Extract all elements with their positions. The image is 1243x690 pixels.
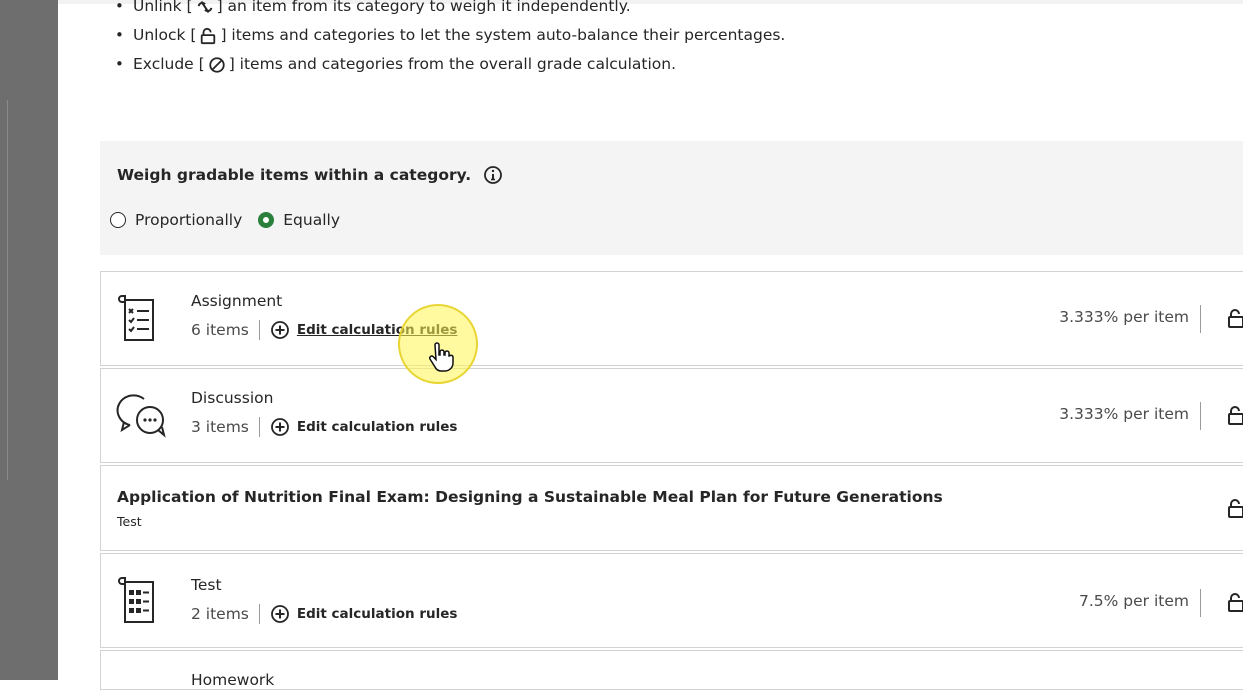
- weigh-title-text: Weigh gradable items within a category.: [117, 166, 472, 184]
- percent-per-item: 3.333% per item: [1059, 308, 1189, 326]
- exclude-icon: [207, 55, 227, 75]
- plus-circle-icon: [270, 604, 290, 624]
- category-name: Discussion: [191, 389, 274, 407]
- percent-per-item: 7.5% per item: [1079, 592, 1189, 610]
- weigh-radio-group: Proportionally Equally: [110, 211, 356, 229]
- hand-pointer-icon: [426, 342, 454, 372]
- tip-prefix: Unlock [: [133, 26, 197, 44]
- edit-link-label: Edit calculation rules: [296, 419, 458, 435]
- lock-icon[interactable]: [1227, 592, 1243, 612]
- radio-button-selected[interactable]: [258, 212, 275, 228]
- rail-divider: [7, 100, 8, 480]
- assignment-icon: [116, 292, 168, 344]
- radio-label: Equally: [283, 211, 341, 229]
- radio-label: Proportionally: [135, 211, 243, 229]
- gradable-item-final-exam: Application of Nutrition Final Exam: Des…: [100, 465, 1243, 551]
- edit-calculation-rules-link[interactable]: Edit calculation rules: [270, 417, 458, 437]
- radio-button[interactable]: [110, 212, 126, 228]
- edit-link-label: Edit calculation rules: [296, 606, 458, 622]
- category-meta: 3 items Edit calculation rules: [191, 417, 457, 437]
- tip-prefix: Unlink [: [133, 0, 193, 15]
- radio-proportionally[interactable]: Proportionally: [110, 211, 242, 229]
- category-meta: 2 items Edit calculation rules: [191, 604, 457, 624]
- weigh-title: Weigh gradable items within a category.: [117, 165, 503, 185]
- tip-exclude: • Exclude [ ] items and categories from …: [115, 50, 1215, 79]
- tip-suffix: ] items and categories from the overall …: [228, 55, 677, 73]
- category-card-homework: Homework: [100, 650, 1243, 690]
- info-icon[interactable]: [483, 165, 503, 185]
- edit-calculation-rules-link[interactable]: Edit calculation rules: [270, 604, 458, 624]
- instructions-list: • Unlink [ ] an item from its category t…: [115, 0, 1215, 79]
- category-card-test: Test 2 items Edit calculation rules 7.5%…: [100, 553, 1243, 648]
- unlink-icon: [195, 0, 215, 17]
- plus-circle-icon: [270, 417, 290, 437]
- tip-prefix: Exclude [: [133, 55, 205, 73]
- lock-icon[interactable]: [1227, 498, 1243, 518]
- tip-suffix: ] an item from its category to weigh it …: [216, 0, 631, 15]
- category-name: Assignment: [191, 292, 283, 310]
- category-card-assignment: Assignment 6 items Edit calculation rule…: [100, 271, 1243, 366]
- lock-icon[interactable]: [1227, 308, 1243, 328]
- tip-unlink: • Unlink [ ] an item from its category t…: [115, 0, 1215, 21]
- left-rail: [0, 0, 58, 680]
- category-card-discussion: Discussion 3 items Edit calculation rule…: [100, 368, 1243, 463]
- unlock-icon: [198, 26, 218, 46]
- radio-equally[interactable]: Equally: [258, 211, 340, 229]
- item-type: Test: [117, 514, 142, 529]
- weigh-settings-panel: Weigh gradable items within a category. …: [100, 141, 1243, 255]
- lock-icon[interactable]: [1227, 405, 1243, 425]
- category-name: Homework: [191, 671, 275, 689]
- percent-per-item: 3.333% per item: [1059, 405, 1189, 423]
- tip-unlock: • Unlock [ ] items and categories to let…: [115, 21, 1215, 50]
- discussion-icon: [116, 389, 168, 441]
- item-count: 6 items: [191, 321, 249, 339]
- item-count: 2 items: [191, 605, 249, 623]
- category-name: Test: [191, 576, 222, 594]
- tip-suffix: ] items and categories to let the system…: [220, 26, 786, 44]
- item-count: 3 items: [191, 418, 249, 436]
- plus-circle-icon: [270, 320, 290, 340]
- item-title: Application of Nutrition Final Exam: Des…: [117, 488, 943, 506]
- test-icon: [116, 574, 168, 626]
